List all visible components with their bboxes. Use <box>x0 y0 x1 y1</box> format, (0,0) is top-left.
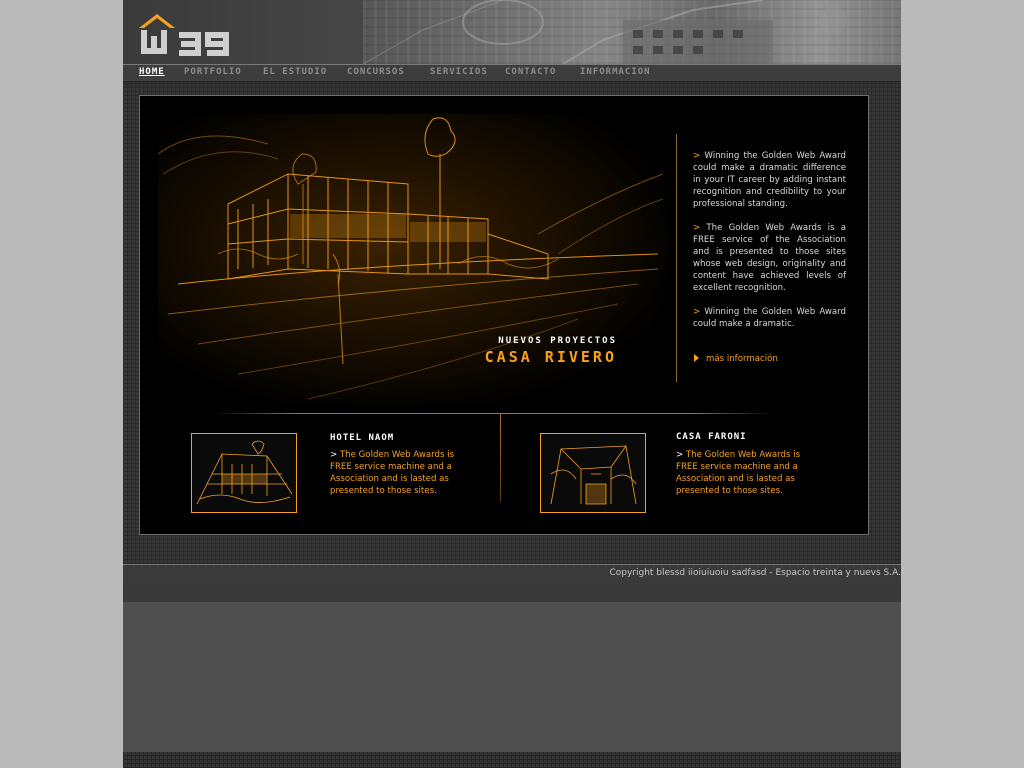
main-panel: NUEVOS PROYECTOS CASA RIVERO > Winning t… <box>139 95 869 535</box>
hero-title[interactable]: CASA RIVERO <box>450 348 617 366</box>
footer-band <box>123 583 901 602</box>
nav-item-concursos[interactable]: CONCURSOS <box>347 67 405 77</box>
arrow-right-icon <box>694 354 699 362</box>
news-paragraph: > Winning the Golden Web Award could mak… <box>693 307 846 329</box>
news-text: > Winning the Golden Web Award could mak… <box>693 150 846 342</box>
hero-subtitle: NUEVOS PROYECTOS <box>498 336 617 346</box>
project-description-text: The Golden Web Awards is FREE service ma… <box>330 450 455 496</box>
project-description-text: The Golden Web Awards is FREE service ma… <box>676 450 801 496</box>
casa-sketch-image <box>550 445 637 505</box>
nav-item-home[interactable]: HOME <box>139 67 165 77</box>
content-area: NUEVOS PROYECTOS CASA RIVERO > Winning t… <box>123 82 901 564</box>
news-paragraph-text: Winning the Golden Web Award could make … <box>693 151 846 209</box>
project-title-casa-faroni[interactable]: CASA FARONI <box>676 432 747 442</box>
project-divider <box>500 414 501 502</box>
nav-item-portfolio[interactable]: PORTFOLIO <box>184 67 242 77</box>
project-description: > The Golden Web Awards is FREE service … <box>330 450 455 496</box>
more-info-label: más información <box>706 354 778 364</box>
more-info-link[interactable]: más información <box>694 354 778 364</box>
project-title-hotel-naom[interactable]: HOTEL NAOM <box>330 433 394 443</box>
project-description: > The Golden Web Awards is FREE service … <box>676 450 801 496</box>
hotel-sketch-image <box>196 440 293 505</box>
bottom-area <box>123 602 901 752</box>
nav-item-servicios[interactable]: SERVICIOS <box>430 67 488 77</box>
news-paragraph: > Winning the Golden Web Award could mak… <box>693 151 846 209</box>
news-paragraph: > The Golden Web Awards is a FREE servic… <box>693 223 846 293</box>
divider <box>676 134 677 382</box>
copyright-text: Copyright blessd iioiuiuoiu sadfasd - Es… <box>609 568 901 578</box>
nav-item-el-estudio[interactable]: EL ESTUDIO <box>263 67 327 77</box>
header <box>123 0 901 64</box>
aerial-city-image <box>362 0 884 64</box>
header-photo <box>362 0 901 64</box>
news-paragraph-text: The Golden Web Awards is a FREE service … <box>693 223 846 293</box>
project-thumbnail-hotel-naom[interactable] <box>191 433 297 513</box>
w39-logo[interactable] <box>137 8 241 56</box>
bottom-grid <box>123 752 901 768</box>
project-thumbnail-casa-faroni[interactable] <box>540 433 646 513</box>
horizontal-divider <box>214 413 774 414</box>
nav-item-informacion[interactable]: INFORMACION <box>580 67 651 77</box>
footer-bar: Copyright blessd iioiuiuoiu sadfasd - Es… <box>123 564 901 584</box>
page: HOME PORTFOLIO EL ESTUDIO CONCURSOS SERV… <box>123 0 901 768</box>
nav-item-contacto[interactable]: CONTACTO <box>505 67 556 77</box>
main-nav: HOME PORTFOLIO EL ESTUDIO CONCURSOS SERV… <box>123 64 901 82</box>
news-paragraph-text: Winning the Golden Web Award could make … <box>693 307 846 329</box>
